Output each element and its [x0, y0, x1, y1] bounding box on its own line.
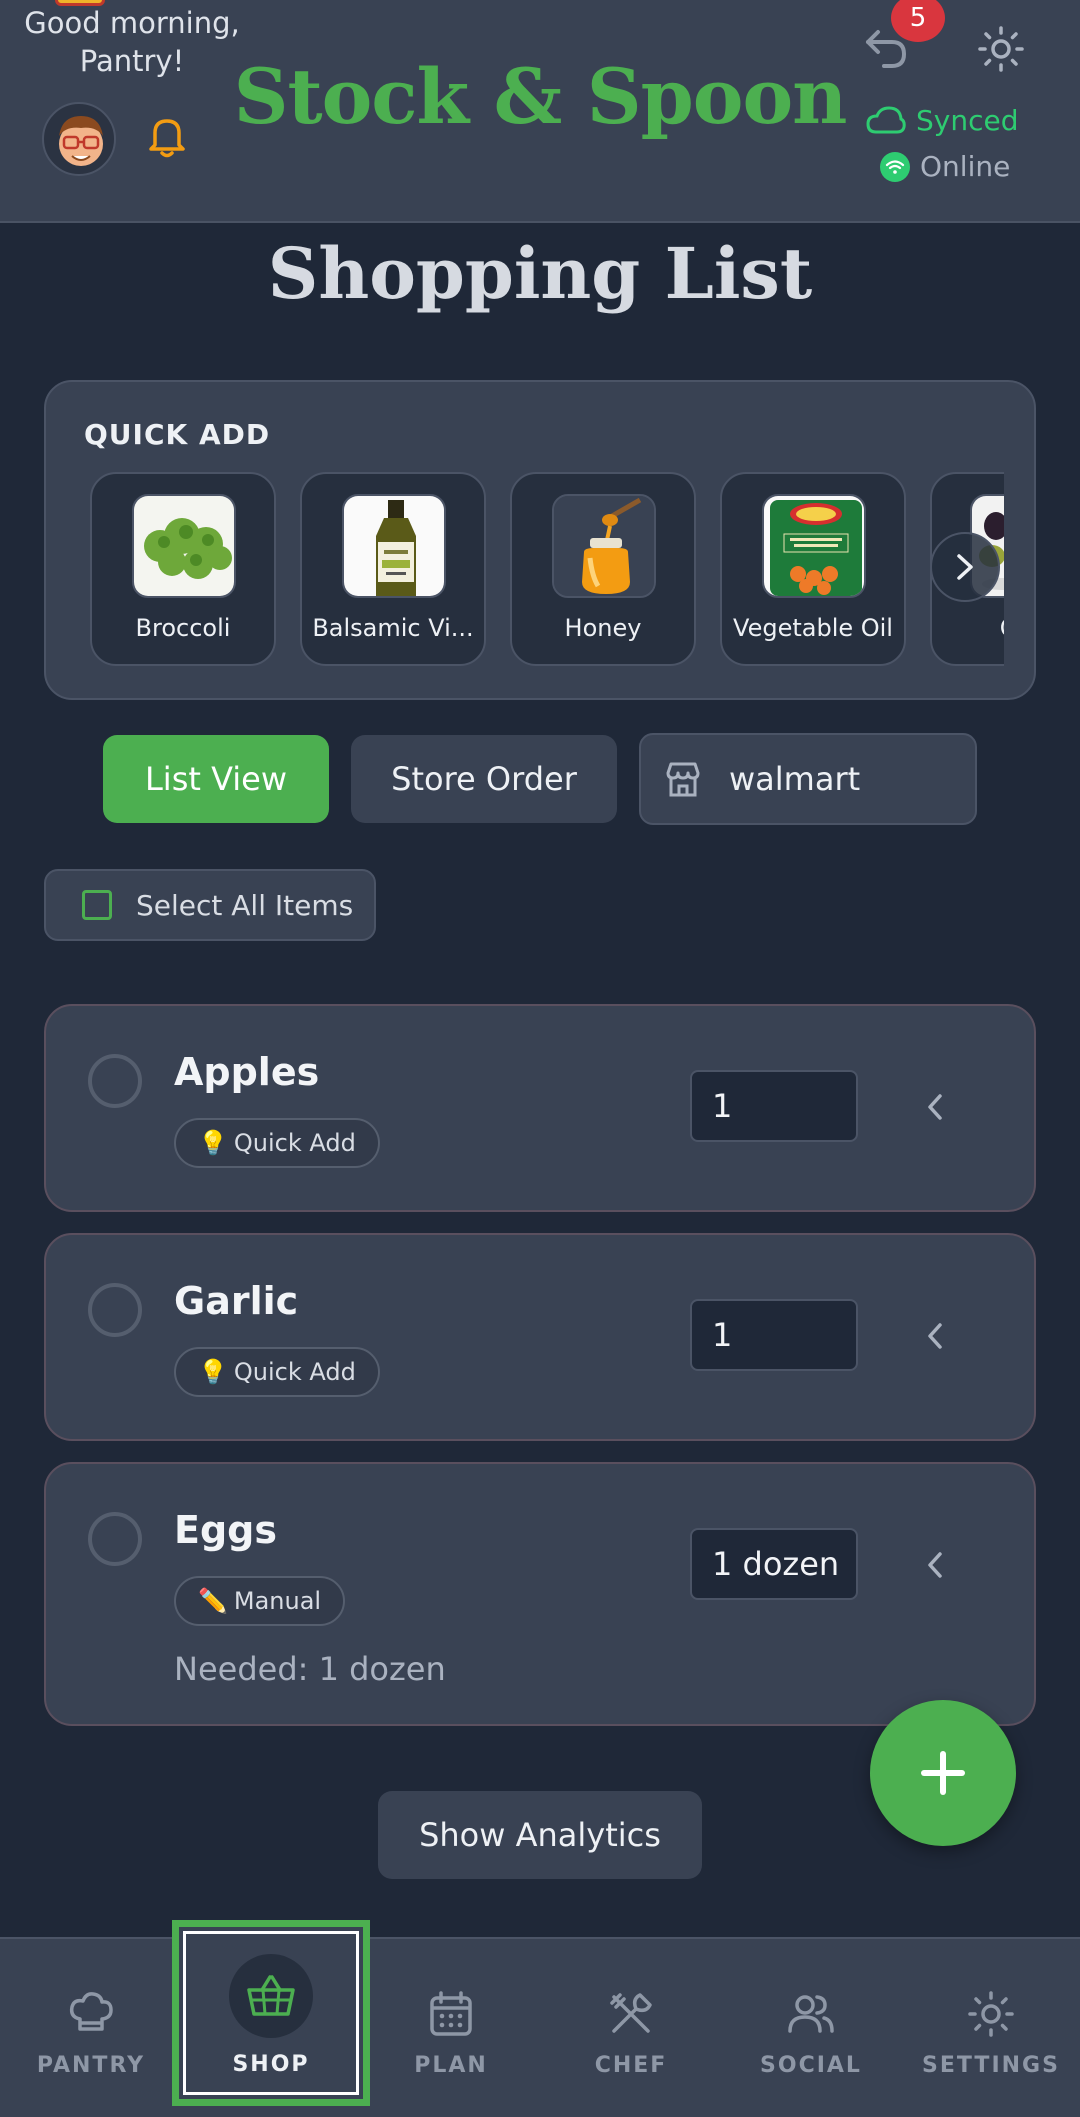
add-item-fab[interactable]: [870, 1700, 1016, 1846]
shopping-item: Garlic 💡 Quick Add 1: [44, 1233, 1036, 1441]
nav-plan[interactable]: PLAN: [361, 1939, 541, 2117]
quick-add-label: Broccoli: [135, 614, 231, 642]
calendar-icon: [430, 1991, 472, 2036]
quick-add-item-balsamic[interactable]: Balsamic Vi...: [300, 472, 486, 666]
nav-settings[interactable]: SETTINGS: [901, 1939, 1080, 2117]
chevron-left-icon[interactable]: [922, 1321, 948, 1351]
quick-add-item-vegetable-oil[interactable]: Vegetable Oil: [720, 472, 906, 666]
app-header: Good morning, Pantry! Stock & Spoon 5 Sy…: [0, 0, 1080, 223]
item-source-label: Quick Add: [233, 1358, 356, 1386]
chevron-left-icon[interactable]: [922, 1092, 948, 1122]
quick-add-label: Oliv: [932, 614, 1004, 642]
lightbulb-icon: 💡: [198, 1358, 228, 1386]
chevron-left-icon[interactable]: [922, 1550, 948, 1580]
greeting-line-1: Good morning,: [24, 6, 240, 40]
store-name: walmart: [729, 760, 861, 798]
quick-add-label: Balsamic Vi...: [312, 614, 474, 642]
utensils-crossed-icon: [610, 1993, 652, 2033]
quick-add-carousel[interactable]: Broccoli Balsamic Vi... Honey Vegetable …: [78, 472, 1004, 672]
sync-status-label: Synced: [916, 104, 1019, 137]
shop-icon-circle: [229, 1954, 313, 2038]
balsamic-vinegar-thumbnail-icon: [342, 494, 446, 598]
item-check-circle[interactable]: [88, 1054, 142, 1108]
item-source-label: Quick Add: [233, 1129, 356, 1157]
shopping-basket-icon: [247, 1975, 295, 2016]
wifi-icon: [880, 151, 910, 182]
pencil-icon: ✏️: [198, 1587, 228, 1615]
connection-status: Online: [880, 150, 1010, 183]
item-check-circle[interactable]: [88, 1512, 142, 1566]
quantity-input[interactable]: 1: [690, 1070, 858, 1142]
quick-add-label: Honey: [564, 614, 642, 642]
undo-count-badge: 5: [891, 0, 945, 42]
store-order-button[interactable]: Store Order: [351, 735, 617, 823]
chef-hat-icon: [69, 1992, 113, 2031]
quantity-input[interactable]: 1: [690, 1299, 858, 1371]
nav-chef[interactable]: CHEF: [541, 1939, 721, 2117]
show-analytics-button[interactable]: Show Analytics: [378, 1791, 702, 1879]
quick-add-item-honey[interactable]: Honey: [510, 472, 696, 666]
list-view-button[interactable]: List View: [103, 735, 329, 823]
nav-label: PLAN: [414, 2053, 488, 2078]
users-icon: [788, 1995, 834, 2033]
nav-shop[interactable]: SHOP: [172, 1920, 370, 2106]
honey-thumbnail-icon: [552, 494, 656, 598]
item-needed-text: Needed: 1 dozen: [174, 1650, 446, 1688]
select-all-button[interactable]: Select All Items: [44, 869, 376, 941]
quick-add-panel: QUICK ADD Broccoli Balsamic Vi... Honey …: [44, 380, 1036, 700]
nav-label: CHEF: [594, 2053, 668, 2078]
item-check-circle[interactable]: [88, 1283, 142, 1337]
item-source-tag: 💡 Quick Add: [174, 1347, 380, 1397]
chevron-right-icon: [957, 554, 973, 580]
theme-sun-icon[interactable]: [976, 24, 1026, 74]
item-source-tag: 💡 Quick Add: [174, 1118, 380, 1168]
item-source-tag: ✏️ Manual: [174, 1576, 346, 1626]
store-icon: [666, 762, 700, 797]
quantity-input[interactable]: 1 dozen: [690, 1528, 858, 1600]
select-all-checkbox[interactable]: [82, 890, 112, 920]
nav-label: PANTRY: [36, 2053, 146, 2078]
select-all-label: Select All Items: [136, 888, 354, 922]
item-name: Eggs: [174, 1508, 277, 1552]
carousel-next-button[interactable]: [930, 532, 1000, 602]
broccoli-thumbnail-icon: [132, 494, 236, 598]
lightbulb-icon: 💡: [198, 1129, 228, 1157]
nav-label: SHOP: [232, 2052, 310, 2077]
plus-icon: [921, 1751, 965, 1795]
sun-settings-icon: [968, 1991, 1014, 2037]
shopping-item: Eggs ✏️ Manual Needed: 1 dozen 1 dozen: [44, 1462, 1036, 1726]
bottom-nav: PANTRY PLAN CHEF SOCIAL SETTINGS: [0, 1937, 1080, 2117]
quick-add-item-broccoli[interactable]: Broccoli: [90, 472, 276, 666]
nav-pantry[interactable]: PANTRY: [1, 1939, 181, 2117]
item-name: Garlic: [174, 1279, 299, 1323]
item-source-label: Manual: [233, 1587, 322, 1615]
page-title: Shopping List: [267, 232, 813, 315]
nav-social[interactable]: SOCIAL: [721, 1939, 901, 2117]
quick-add-heading: QUICK ADD: [84, 418, 271, 451]
connection-status-label: Online: [920, 150, 1011, 183]
store-selector[interactable]: walmart: [639, 733, 977, 825]
shopping-item: Apples 💡 Quick Add 1: [44, 1004, 1036, 1212]
sync-status: Synced: [866, 104, 1018, 137]
nav-shop-inner: SHOP: [183, 1931, 359, 2095]
item-name: Apples: [174, 1050, 320, 1094]
cloud-icon: [866, 105, 906, 133]
quick-add-label: Vegetable Oil: [733, 614, 893, 642]
nav-label: SOCIAL: [760, 2053, 862, 2078]
canned-carrots-thumbnail-icon: [762, 494, 866, 598]
nav-label: SETTINGS: [922, 2053, 1060, 2078]
